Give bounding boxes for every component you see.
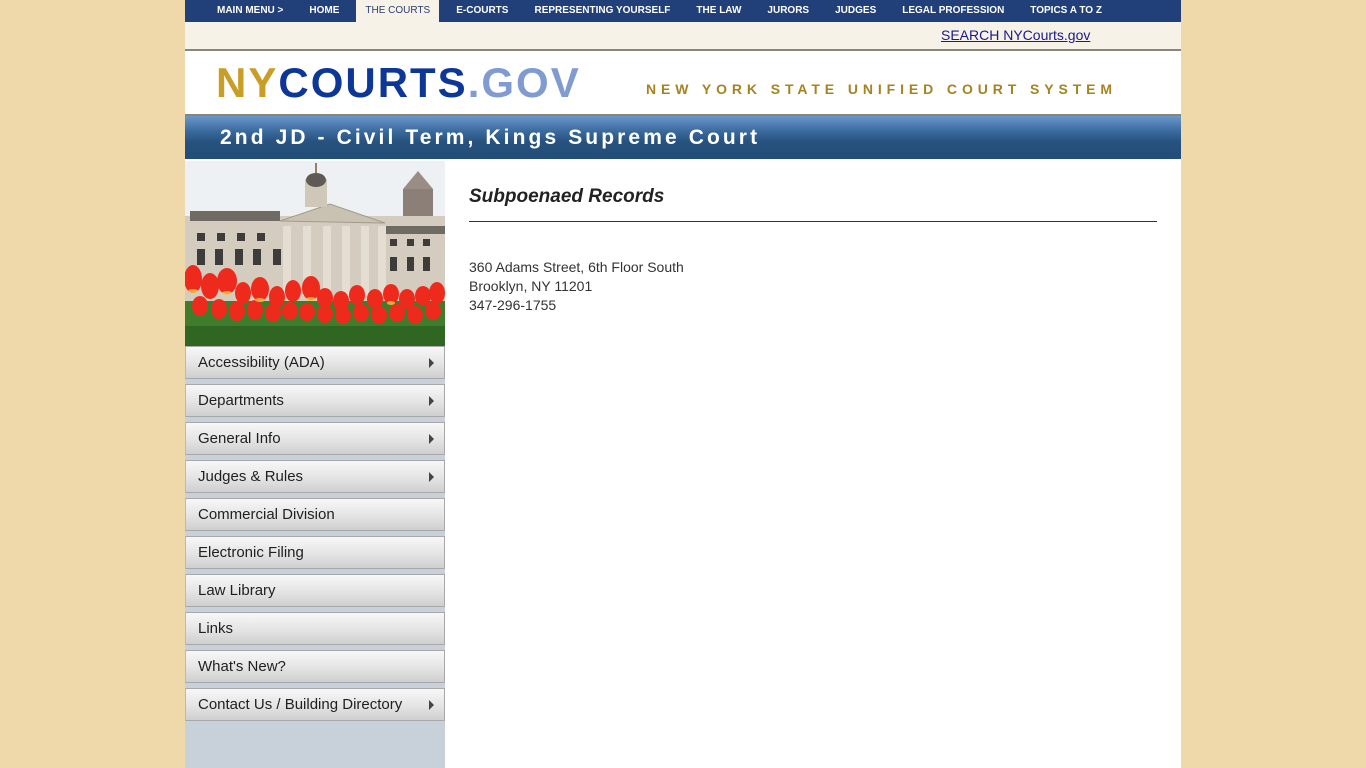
sidebar-item-label: Commercial Division xyxy=(198,506,335,523)
site-logo[interactable]: NYCOURTS.GOV xyxy=(216,61,581,105)
nav-representing-yourself[interactable]: REPRESENTING YOURSELF xyxy=(525,0,679,22)
address-phone: 347-296-1755 xyxy=(469,297,557,313)
nav-jurors[interactable]: JURORS xyxy=(758,0,818,22)
sidebar-item-label: Accessibility (ADA) xyxy=(198,354,325,371)
top-navigation: MAIN MENU > HOME THE COURTS E-COURTS REP… xyxy=(185,0,1181,22)
chevron-right-icon xyxy=(429,358,434,368)
nav-the-courts[interactable]: THE COURTS xyxy=(356,0,440,22)
sidebar-item-label: Electronic Filing xyxy=(198,544,304,561)
page-container: MAIN MENU > HOME THE COURTS E-COURTS REP… xyxy=(185,0,1181,768)
nav-the-law[interactable]: THE LAW xyxy=(687,0,750,22)
main-content: Subpoenaed Records 360 Adams Street, 6th… xyxy=(469,161,1157,315)
nav-home[interactable]: HOME xyxy=(300,0,348,22)
sidebar-item-contact-us[interactable]: Contact Us / Building Directory xyxy=(185,688,445,721)
logo-ny: NY xyxy=(216,59,279,106)
sidebar-item-label: Contact Us / Building Directory xyxy=(198,696,403,713)
chevron-right-icon xyxy=(429,700,434,710)
sidebar-item-label: Links xyxy=(198,620,234,637)
courthouse-photo xyxy=(185,161,445,346)
page-title: 2nd JD - Civil Term, Kings Supreme Court xyxy=(220,126,761,149)
address-street: 360 Adams Street, 6th Floor South xyxy=(469,259,684,275)
section-heading: Subpoenaed Records xyxy=(469,186,1157,222)
sidebar-item-label: Law Library xyxy=(198,582,276,599)
nav-legal-profession[interactable]: LEGAL PROFESSION xyxy=(893,0,1013,22)
courthouse-illustration xyxy=(185,161,445,346)
sidebar-item-label: Judges & Rules xyxy=(198,468,304,485)
sidebar-item-general-info[interactable]: General Info xyxy=(185,422,445,455)
sidebar-item-departments[interactable]: Departments xyxy=(185,384,445,417)
sidebar: Accessibility (ADA) Departments General … xyxy=(185,161,445,768)
nav-judges[interactable]: JUDGES xyxy=(826,0,885,22)
sidebar-item-whats-new[interactable]: What's New? xyxy=(185,650,445,683)
logo-gov: .GOV xyxy=(467,59,581,106)
nav-e-courts[interactable]: E-COURTS xyxy=(447,0,517,22)
site-header: NYCOURTS.GOV NEW YORK STATE UNIFIED COUR… xyxy=(185,51,1181,116)
sidebar-item-label: General Info xyxy=(198,430,281,447)
address-city: Brooklyn, NY 11201 xyxy=(469,278,593,294)
sidebar-item-commercial-division[interactable]: Commercial Division xyxy=(185,498,445,531)
sidebar-item-label: Departments xyxy=(198,392,284,409)
title-banner: 2nd JD - Civil Term, Kings Supreme Court xyxy=(185,116,1181,159)
nav-topics-a-to-z[interactable]: TOPICS A TO Z xyxy=(1021,0,1111,22)
sidebar-item-label: What's New? xyxy=(198,658,286,675)
sidebar-item-law-library[interactable]: Law Library xyxy=(185,574,445,607)
chevron-right-icon xyxy=(429,434,434,444)
search-bar: SEARCH NYCourts.gov xyxy=(185,22,1181,51)
chevron-right-icon xyxy=(429,396,434,406)
nav-main-menu[interactable]: MAIN MENU > xyxy=(208,0,292,22)
sidebar-item-links[interactable]: Links xyxy=(185,612,445,645)
logo-courts: COURTS xyxy=(278,59,468,106)
sidebar-menu: Accessibility (ADA) Departments General … xyxy=(185,346,445,721)
sidebar-item-electronic-filing[interactable]: Electronic Filing xyxy=(185,536,445,569)
address-block: 360 Adams Street, 6th Floor South Brookl… xyxy=(469,258,1157,315)
search-link[interactable]: SEARCH NYCourts.gov xyxy=(941,27,1090,43)
site-tagline: NEW YORK STATE UNIFIED COURT SYSTEM xyxy=(646,81,1117,97)
sidebar-item-accessibility[interactable]: Accessibility (ADA) xyxy=(185,346,445,379)
chevron-right-icon xyxy=(429,472,434,482)
sidebar-item-judges-rules[interactable]: Judges & Rules xyxy=(185,460,445,493)
